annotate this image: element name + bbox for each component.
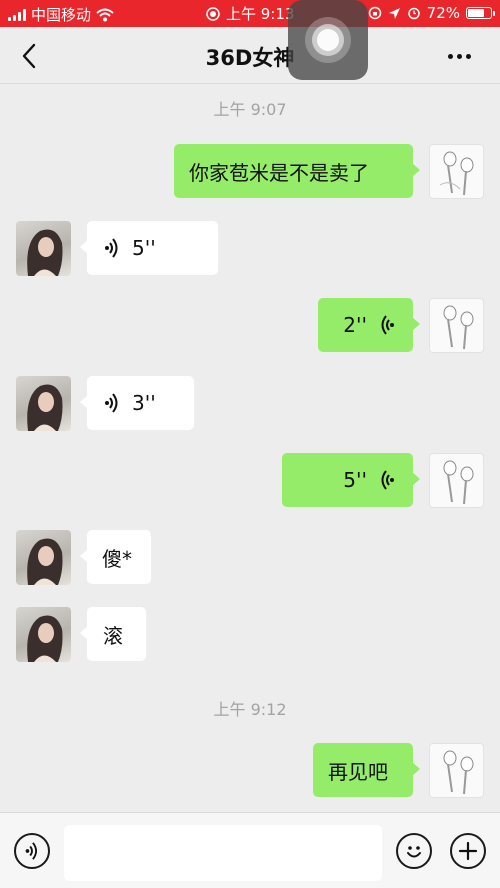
earbuds-avatar-icon [443,460,474,505]
message-bubble-her[interactable]: 傻* [80,530,151,584]
carrier-label: 中国移动 [31,6,92,24]
battery-icon [466,7,495,19]
more-button[interactable] [448,46,476,66]
voice-duration: 5'' [343,468,367,492]
voice-duration: 2'' [343,313,367,337]
more-dots-icon [448,53,453,59]
contact-avatar[interactable] [16,530,71,585]
status-bar: 中国移动 上午 9:13 72% [0,0,500,27]
voice-input-icon [25,842,37,860]
emoji-icon [407,846,421,858]
lock-rotation-icon [368,6,381,20]
status-time: 上午 9:13 [226,5,295,23]
earbuds-avatar-icon [443,750,474,795]
voice-wave-icon [105,238,118,258]
message-bubble-me[interactable]: 你家苞米是不是卖了 [174,144,420,198]
profile-photo [27,384,63,431]
my-avatar[interactable] [429,298,484,353]
battery-percent: 72% [426,4,460,22]
message-text: 再见吧 [328,759,388,784]
status-right: 72% [368,4,495,22]
chat-header: 36D女神 [0,27,500,84]
my-avatar[interactable] [429,743,484,798]
voice-wave-icon [381,315,394,335]
emoji-button[interactable] [396,833,432,869]
status-left: 中国移动 [8,4,114,25]
contact-avatar[interactable] [16,376,71,431]
my-avatar[interactable] [429,453,484,508]
profile-photo [27,538,63,585]
message-text: 滚 [103,623,123,648]
wifi-icon [96,8,114,21]
voice-wave-icon [381,470,394,490]
record-icon [206,6,220,21]
message-bubble-her[interactable]: 滚 [80,607,146,661]
battery-fill [468,9,484,17]
assistive-touch-button[interactable] [288,0,368,80]
message-text: 你家苞米是不是卖了 [189,160,369,185]
voice-message-her[interactable]: 5'' [80,221,218,275]
voice-input-button[interactable] [14,833,50,869]
voice-duration: 5'' [132,236,156,260]
status-center: 上午 9:13 [206,3,294,24]
earbuds-avatar-icon [439,151,474,196]
message-text: 傻* [102,546,132,571]
my-avatar[interactable] [429,144,484,199]
plus-button[interactable] [450,833,486,869]
contact-avatar[interactable] [16,221,71,276]
chat-timestamp: 上午 9:12 [213,700,287,719]
alarm-icon [407,7,420,20]
profile-photo [27,229,63,276]
chat-title: 36D女神 [205,46,295,70]
earbuds-avatar-icon [443,305,474,350]
location-icon [388,7,400,19]
signal-icon [8,8,26,21]
message-input[interactable] [64,825,382,881]
message-bubble-me[interactable]: 再见吧 [313,743,420,797]
input-bar [0,812,500,888]
voice-message-her[interactable]: 3'' [80,376,194,430]
voice-message-me[interactable]: 5'' [282,453,420,507]
chat-timestamp: 上午 9:07 [213,100,287,119]
plus-icon [458,841,478,861]
voice-message-me[interactable]: 2'' [318,298,420,352]
voice-wave-icon [105,393,118,413]
contact-avatar[interactable] [16,607,71,662]
profile-photo [27,615,63,662]
voice-duration: 3'' [132,391,156,415]
